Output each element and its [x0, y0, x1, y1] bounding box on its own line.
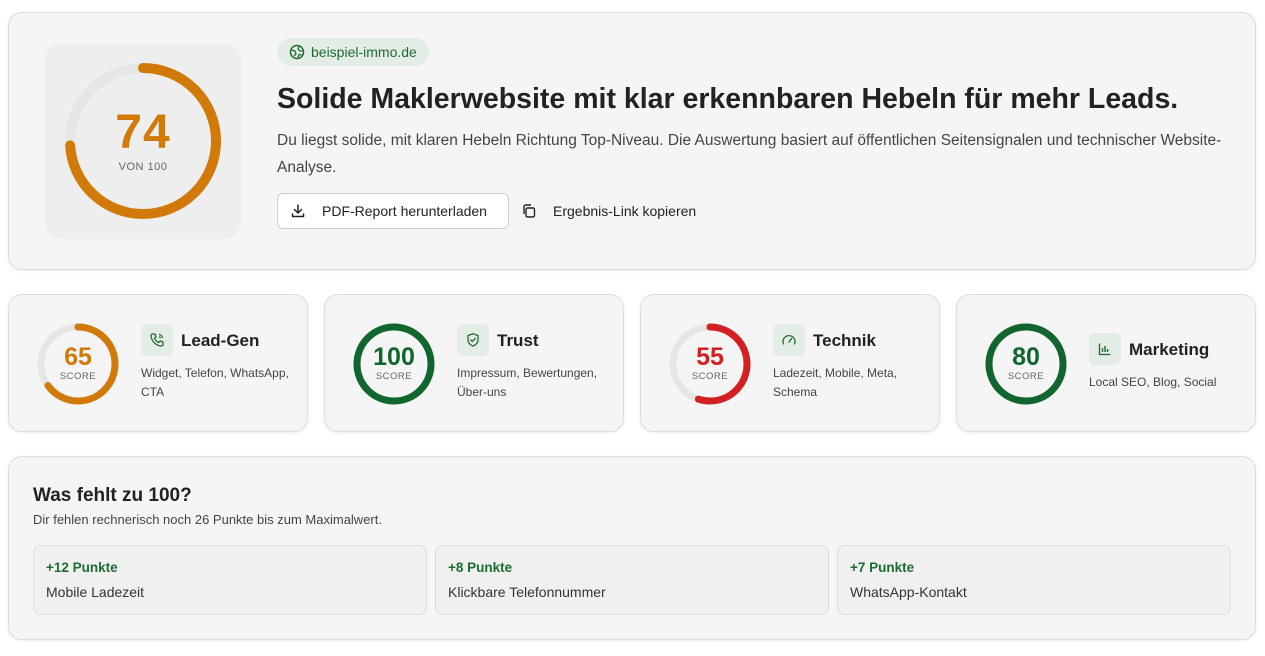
improvement-name: Klickbare Telefonnummer	[448, 584, 606, 600]
shield-check-icon	[467, 333, 479, 347]
marketing-score-label: SCORE	[1007, 371, 1045, 382]
download-pdf-label: PDF-Report herunterladen	[322, 203, 487, 219]
missing-points-card: Was fehlt zu 100? Dir fehlen rechnerisch…	[8, 456, 1256, 640]
domain-text: beispiel-immo.de	[311, 44, 417, 60]
trust-title: Trust	[497, 331, 539, 350]
overall-score-gauge: 74 VON 100	[45, 43, 241, 239]
improvement-points: +8 Punkte	[448, 560, 513, 575]
copy-icon	[523, 204, 536, 218]
category-card-trust: 100 SCORE Trust Impressum, Bewertungen, …	[324, 294, 624, 432]
summary-description: Du liegst solide, mit klaren Hebeln Rich…	[277, 132, 1222, 176]
lead-gen-score-value: 65	[64, 343, 92, 371]
marketing-description: Local SEO, Blog, Social	[1089, 375, 1217, 389]
lead-gen-title: Lead-Gen	[181, 331, 260, 350]
improvement-name: Mobile Ladezeit	[46, 584, 145, 600]
overall-score-value: 74	[115, 106, 171, 159]
download-icon	[291, 204, 305, 218]
marketing-icon-box	[1089, 333, 1121, 365]
improvement-item: +12 Punkte Mobile Ladezeit	[33, 545, 427, 615]
phone-icon	[150, 333, 164, 347]
technik-score-value: 55	[696, 343, 724, 371]
copy-link-label: Ergebnis-Link kopieren	[553, 203, 697, 219]
summary-card: 74 VON 100 beispiel-immo.de Solide Makle…	[8, 12, 1256, 270]
improvement-item: +7 Punkte WhatsApp-Kontakt	[837, 545, 1231, 615]
lead-gen-description: Widget, Telefon, WhatsApp, CTA	[141, 366, 289, 399]
trust-score-value: 100	[373, 343, 415, 371]
missing-points-subtitle: Dir fehlen rechnerisch noch 26 Punkte bi…	[33, 512, 382, 527]
improvement-name: WhatsApp-Kontakt	[850, 584, 967, 600]
improvement-points: +7 Punkte	[850, 560, 915, 575]
category-card-marketing: 80 SCORE Marketing Local SEO, Blog, Soci…	[956, 294, 1256, 432]
technik-description: Ladezeit, Mobile, Meta, Schema	[773, 366, 898, 399]
marketing-title: Marketing	[1129, 340, 1210, 359]
marketing-score-value: 80	[1012, 343, 1040, 371]
missing-points-title: Was fehlt zu 100?	[33, 485, 192, 506]
bar-chart-icon	[1098, 343, 1111, 356]
technik-score-label: SCORE	[691, 371, 729, 382]
trust-icon-box	[457, 324, 489, 356]
lead-gen-score-label: SCORE	[59, 371, 97, 382]
domain-badge: beispiel-immo.de	[277, 38, 429, 66]
technik-title: Technik	[813, 331, 876, 350]
globe-icon	[289, 44, 305, 60]
trust-description: Impressum, Bewertungen, Über-uns	[457, 366, 598, 399]
improvement-item: +8 Punkte Klickbare Telefonnummer	[435, 545, 829, 615]
improvement-points: +12 Punkte	[46, 560, 118, 575]
category-card-lead-gen: 65 SCORE Lead-Gen Widget, Telefon, Whats…	[8, 294, 308, 432]
gauge-icon	[782, 334, 796, 345]
category-card-technik: 55 SCORE Technik Ladezeit, Mobile, Meta,…	[640, 294, 940, 432]
download-pdf-button[interactable]: PDF-Report herunterladen	[277, 193, 509, 229]
page-title: Solide Maklerwebsite mit klar erkennbare…	[277, 83, 1179, 115]
overall-score-max: VON 100	[118, 161, 168, 173]
lead-gen-icon-box	[141, 324, 173, 356]
technik-icon-box	[773, 324, 805, 356]
trust-score-label: SCORE	[375, 371, 413, 382]
